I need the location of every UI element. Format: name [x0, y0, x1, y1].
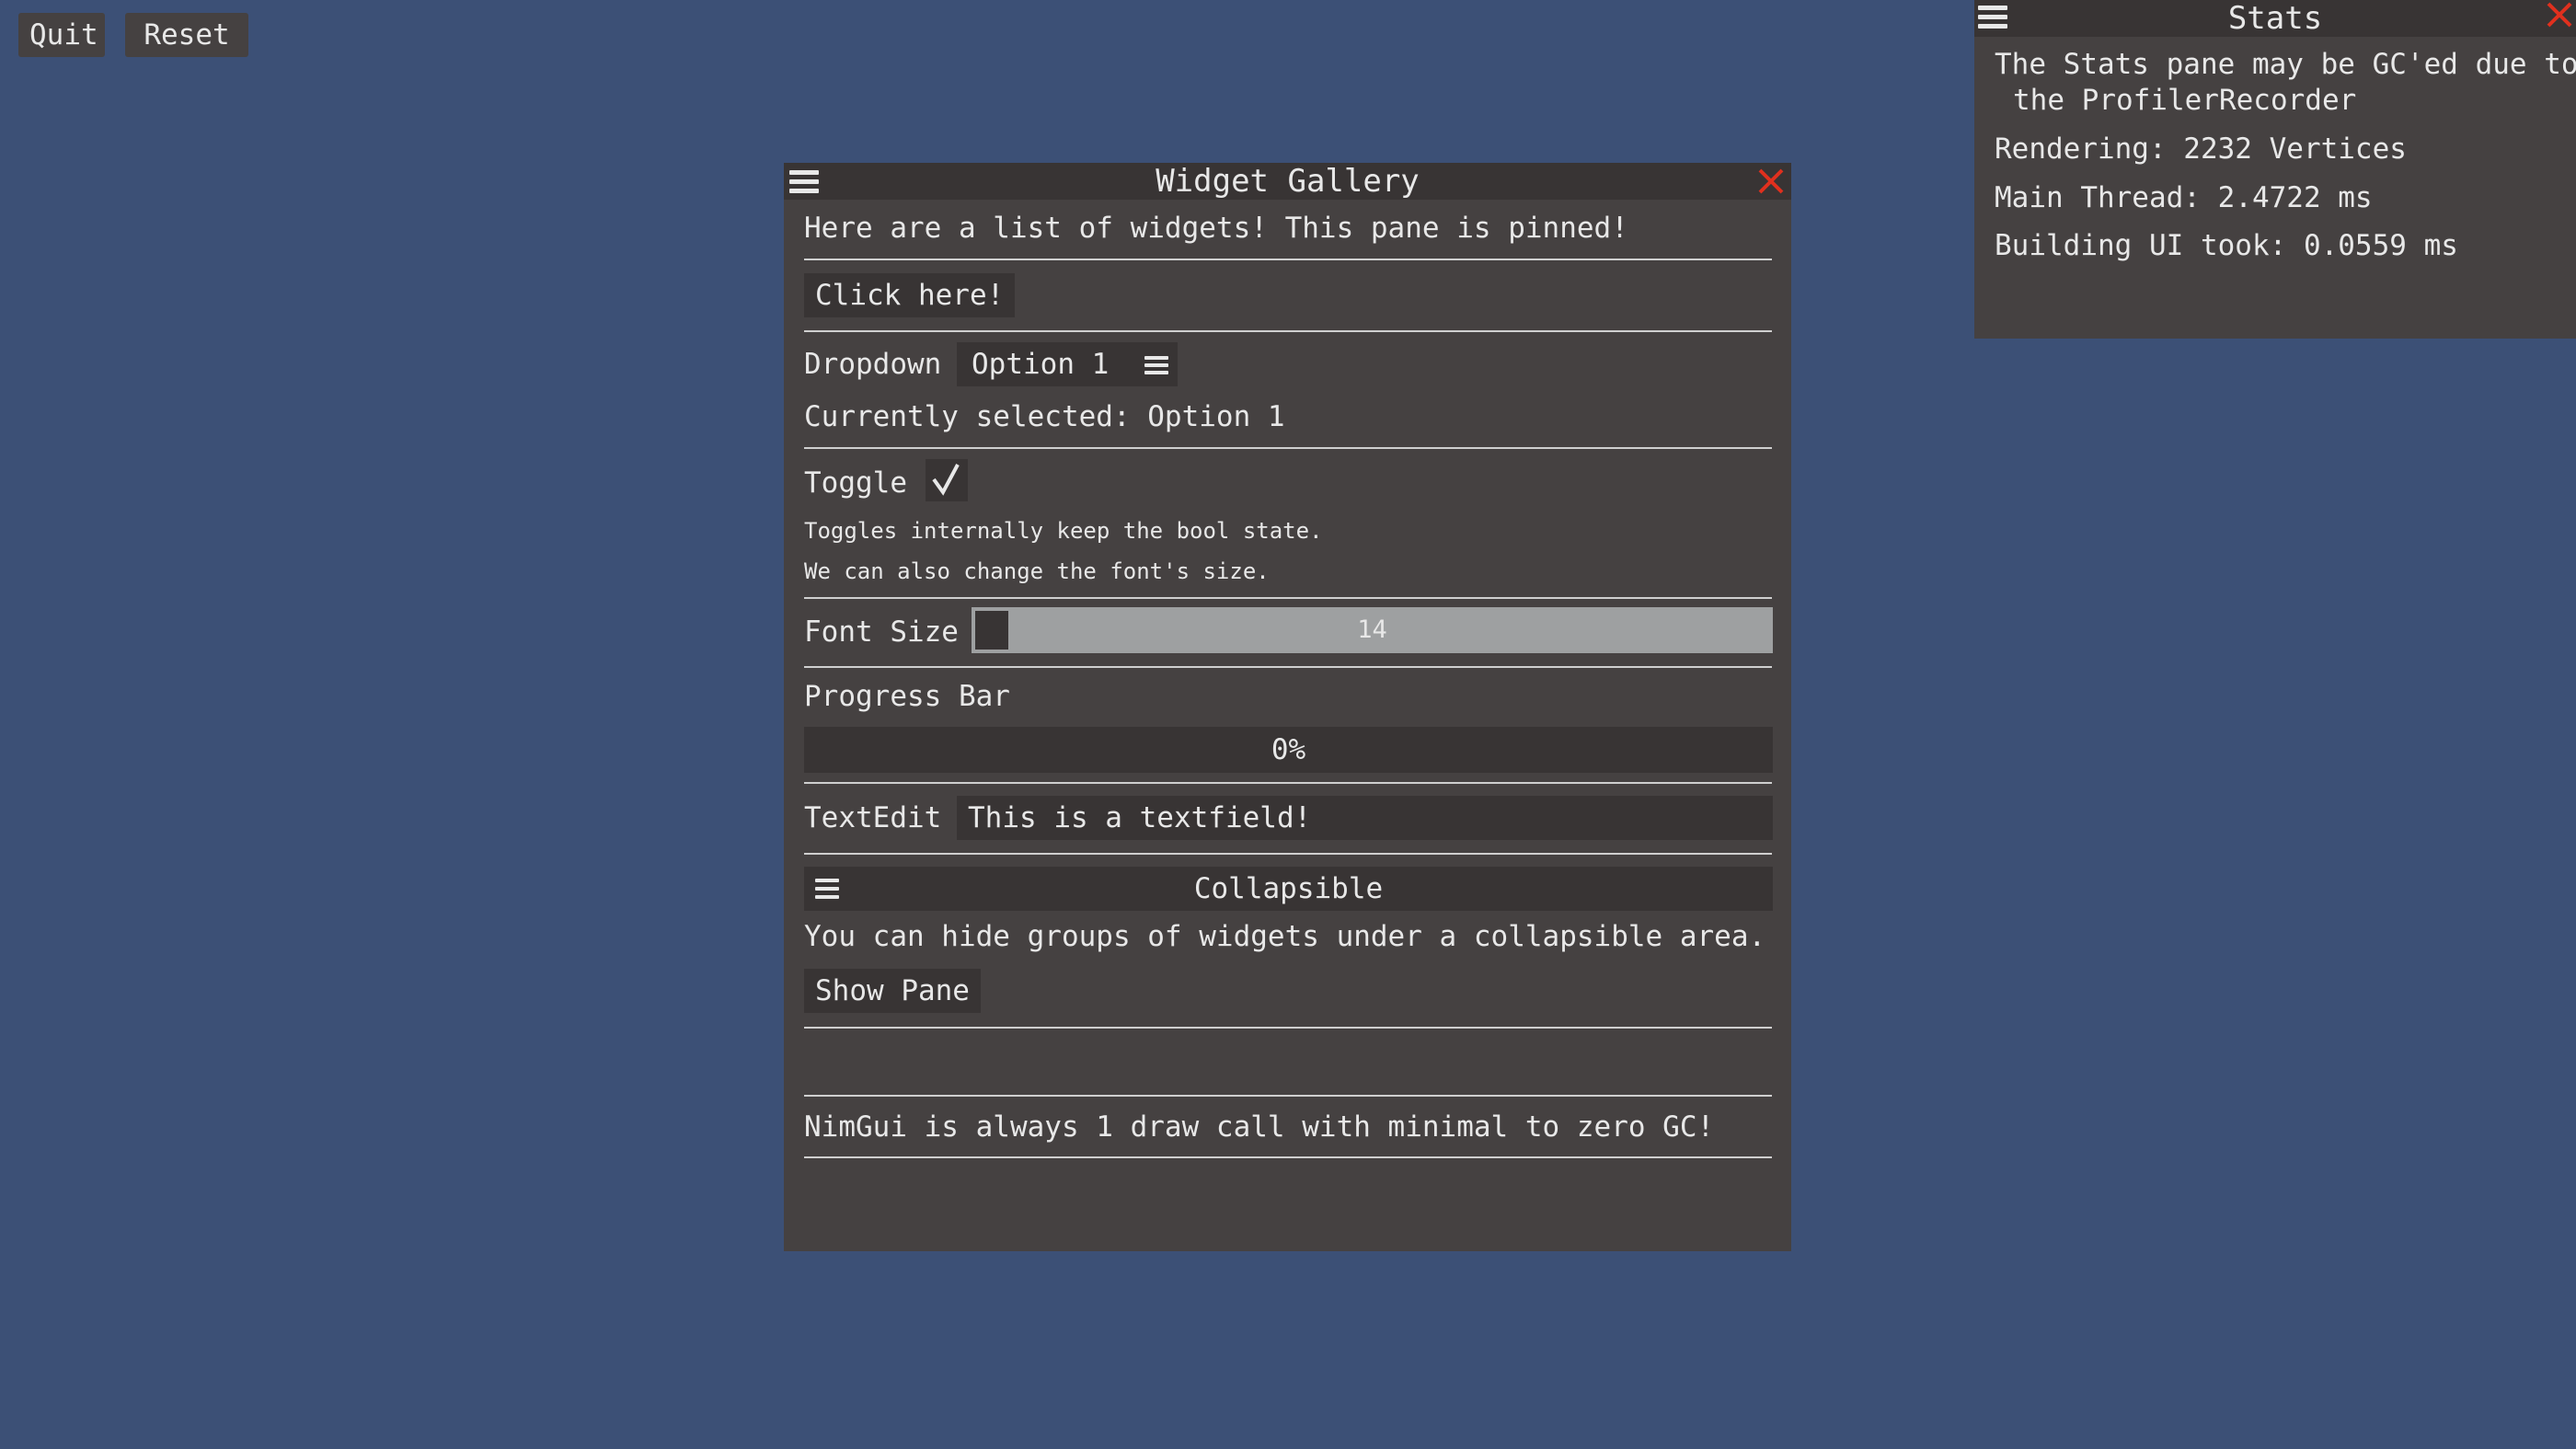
separator — [804, 853, 1772, 855]
stats-gc-note-1: The Stats pane may be GC'ed due to — [1995, 48, 2576, 81]
stats-rendering: Rendering: 2232 Vertices — [1995, 132, 2407, 166]
separator — [804, 447, 1772, 449]
font-size-value: 14 — [1357, 615, 1387, 644]
collapsible-title: Collapsible — [1193, 872, 1384, 905]
toggle-note-2: We can also change the font's size. — [804, 558, 1270, 584]
stats-building-ui: Building UI took: 0.0559 ms — [1995, 229, 2458, 262]
collapsible-header[interactable]: Collapsible — [804, 867, 1773, 911]
separator — [804, 1156, 1772, 1158]
stats-pane: Stats The Stats pane may be GC'ed due to… — [1974, 0, 2576, 339]
stats-main-thread: Main Thread: 2.4722 ms — [1995, 181, 2373, 214]
gallery-title: Widget Gallery — [1156, 163, 1420, 200]
footer-text: NimGui is always 1 draw call with minima… — [804, 1110, 1715, 1144]
option-dropdown[interactable]: Option 1 — [957, 342, 1178, 386]
textedit-field[interactable]: This is a textfield! — [957, 796, 1773, 840]
toggle-label: Toggle — [804, 466, 907, 500]
separator — [804, 1027, 1772, 1029]
progress-text: 0% — [1271, 733, 1306, 766]
separator — [804, 330, 1772, 332]
selected-option-text: Currently selected: Option 1 — [804, 400, 1285, 433]
progress-bar: 0% — [804, 727, 1773, 773]
show-pane-button[interactable]: Show Pane — [804, 969, 981, 1013]
close-icon[interactable] — [1754, 165, 1788, 198]
separator — [804, 782, 1772, 784]
widget-gallery-pane: Widget Gallery Here are a list of widget… — [784, 163, 1791, 1251]
separator — [804, 1095, 1772, 1097]
progress-bar-label: Progress Bar — [804, 680, 1010, 713]
textedit-label: TextEdit — [804, 801, 942, 834]
stats-gc-note-2: the ProfilerRecorder — [2013, 84, 2357, 117]
font-size-label: Font Size — [804, 615, 959, 649]
stats-title: Stats — [2227, 0, 2323, 37]
dropdown-menu-icon — [1144, 355, 1168, 375]
dropdown-label: Dropdown — [804, 348, 942, 381]
separator — [804, 666, 1772, 668]
checkmark-icon — [932, 464, 960, 496]
intro-text: Here are a list of widgets! This pane is… — [804, 212, 1628, 245]
font-size-slider[interactable]: 14 — [972, 607, 1773, 653]
reset-button[interactable]: Reset — [125, 13, 248, 57]
separator — [804, 259, 1772, 260]
gallery-titlebar[interactable]: Widget Gallery — [784, 163, 1791, 200]
close-icon[interactable] — [2543, 0, 2576, 33]
toggle-note-1: Toggles internally keep the bool state. — [804, 518, 1323, 544]
collapsible-text: You can hide groups of widgets under a c… — [804, 920, 1766, 953]
quit-button[interactable]: Quit — [18, 13, 105, 57]
click-here-button[interactable]: Click here! — [804, 273, 1016, 317]
toggle-checkbox[interactable] — [926, 459, 968, 501]
dropdown-value: Option 1 — [972, 348, 1110, 381]
separator — [804, 597, 1772, 599]
stats-titlebar[interactable]: Stats — [1974, 0, 2576, 37]
